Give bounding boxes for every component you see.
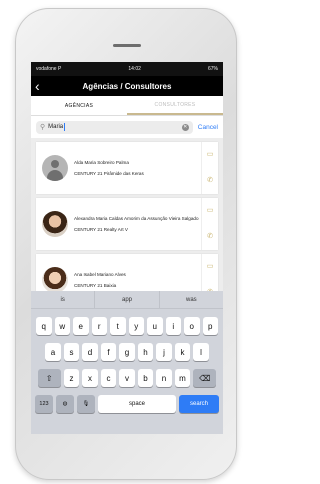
numbers-key[interactable]: 123 xyxy=(35,395,53,413)
key-row-3: ⇧ zxcvbnm ⌫ xyxy=(31,369,223,387)
card-actions: ▭ ✆ xyxy=(201,142,218,194)
letter-key[interactable]: s xyxy=(63,343,80,361)
consultant-name: Ana Isabel Mariano Alves xyxy=(74,272,126,277)
segment-tabs: AGÊNCIAS CONSULTORES xyxy=(31,96,223,116)
nav-bar: ‹ Agências / Consultores xyxy=(31,76,223,96)
consultant-name: Alexandra Maria Caldas Amorim da Assunçã… xyxy=(74,216,199,221)
letter-key[interactable]: v xyxy=(119,369,135,387)
agency-name: CENTURY 21 Baixia xyxy=(74,283,117,288)
phone-icon[interactable]: ✆ xyxy=(207,233,213,241)
tab-consultores[interactable]: CONSULTORES xyxy=(127,96,223,115)
letter-key[interactable]: r xyxy=(91,317,107,335)
key-row-4: 123 ◍ 🎙 space search xyxy=(31,395,223,413)
search-value: Maria xyxy=(48,124,64,130)
agency-name: CENTURY 21 Pirâmide das Keras xyxy=(74,171,144,176)
letter-key[interactable]: m xyxy=(174,369,191,387)
letter-key[interactable]: d xyxy=(82,343,98,361)
onscreen-keyboard: is app was qwertyuiop asdfghjkl ⇧ zxcvbn… xyxy=(31,291,223,434)
microphone-key-icon[interactable]: 🎙 xyxy=(77,395,95,413)
letter-key[interactable]: a xyxy=(45,343,61,361)
results-list: Alda Maria Sobreiro Palma CENTURY 21 Pir… xyxy=(31,138,223,306)
page-title: Agências / Consultores xyxy=(82,81,172,91)
letter-key[interactable]: k xyxy=(174,343,191,361)
message-icon[interactable]: ▭ xyxy=(207,207,214,215)
key-row-1: qwertyuiop xyxy=(31,317,223,335)
search-input[interactable]: ⚲ Maria ✕ xyxy=(36,120,193,134)
letter-key[interactable]: y xyxy=(128,317,144,335)
letter-key[interactable]: q xyxy=(36,317,52,335)
letter-key[interactable]: w xyxy=(54,317,70,335)
letter-key[interactable]: e xyxy=(73,317,89,335)
search-key[interactable]: search xyxy=(179,395,219,413)
clock: 14:02 xyxy=(128,66,141,72)
letter-key[interactable]: x xyxy=(82,369,98,387)
consultant-name: Alda Maria Sobreiro Palma xyxy=(74,160,129,165)
list-item[interactable]: Alexandra Maria Caldas Amorim da Assunçã… xyxy=(36,198,218,250)
phone-icon[interactable]: ✆ xyxy=(207,177,213,185)
letter-key[interactable]: o xyxy=(184,317,200,335)
suggestion-bar: is app was xyxy=(31,291,223,309)
list-item[interactable]: Alda Maria Sobreiro Palma CENTURY 21 Pir… xyxy=(36,142,218,194)
shift-key-icon[interactable]: ⇧ xyxy=(37,369,61,387)
agency-name: CENTURY 21 Realty Art V xyxy=(74,227,128,232)
message-icon[interactable]: ▭ xyxy=(207,263,214,271)
avatar xyxy=(42,155,68,181)
battery-label: 67% xyxy=(207,66,218,72)
back-chevron-icon[interactable]: ‹ xyxy=(35,77,40,95)
cancel-button[interactable]: Cancel xyxy=(198,124,218,131)
screen: vodafone P 14:02 67% ‹ Agências / Consul… xyxy=(31,62,223,434)
search-row: ⚲ Maria ✕ Cancel xyxy=(31,116,223,138)
globe-key-icon[interactable]: ◍ xyxy=(56,395,74,413)
suggestion-item[interactable]: is xyxy=(31,291,94,308)
backspace-key-icon[interactable]: ⌫ xyxy=(193,369,217,387)
letter-key[interactable]: g xyxy=(119,343,135,361)
suggestion-item[interactable]: app xyxy=(94,291,158,308)
card-actions: ▭ ✆ xyxy=(201,198,218,250)
letter-key[interactable]: h xyxy=(137,343,154,361)
space-key[interactable]: space xyxy=(98,395,176,413)
speaker-grille xyxy=(113,44,141,47)
clear-icon[interactable]: ✕ xyxy=(181,123,189,131)
letter-key[interactable]: j xyxy=(156,343,172,361)
avatar xyxy=(42,267,68,293)
tab-agencias[interactable]: AGÊNCIAS xyxy=(31,96,127,115)
status-bar: vodafone P 14:02 67% xyxy=(31,62,223,76)
letter-key[interactable]: l xyxy=(193,343,209,361)
letter-key[interactable]: u xyxy=(147,317,163,335)
letter-key[interactable]: z xyxy=(63,369,80,387)
letter-key[interactable]: p xyxy=(202,317,218,335)
carrier-label: vodafone P xyxy=(36,66,62,72)
message-icon[interactable]: ▭ xyxy=(207,151,214,159)
letter-key[interactable]: t xyxy=(110,317,126,335)
search-icon: ⚲ xyxy=(40,124,46,131)
letter-key[interactable]: f xyxy=(100,343,117,361)
key-row-2: asdfghjkl xyxy=(31,343,223,361)
letter-key[interactable]: c xyxy=(100,369,117,387)
letter-key[interactable]: i xyxy=(165,317,181,335)
letter-key[interactable]: n xyxy=(156,369,172,387)
letter-key[interactable]: b xyxy=(137,369,154,387)
suggestion-item[interactable]: was xyxy=(158,291,223,308)
avatar xyxy=(42,211,68,237)
text-cursor xyxy=(64,123,66,131)
